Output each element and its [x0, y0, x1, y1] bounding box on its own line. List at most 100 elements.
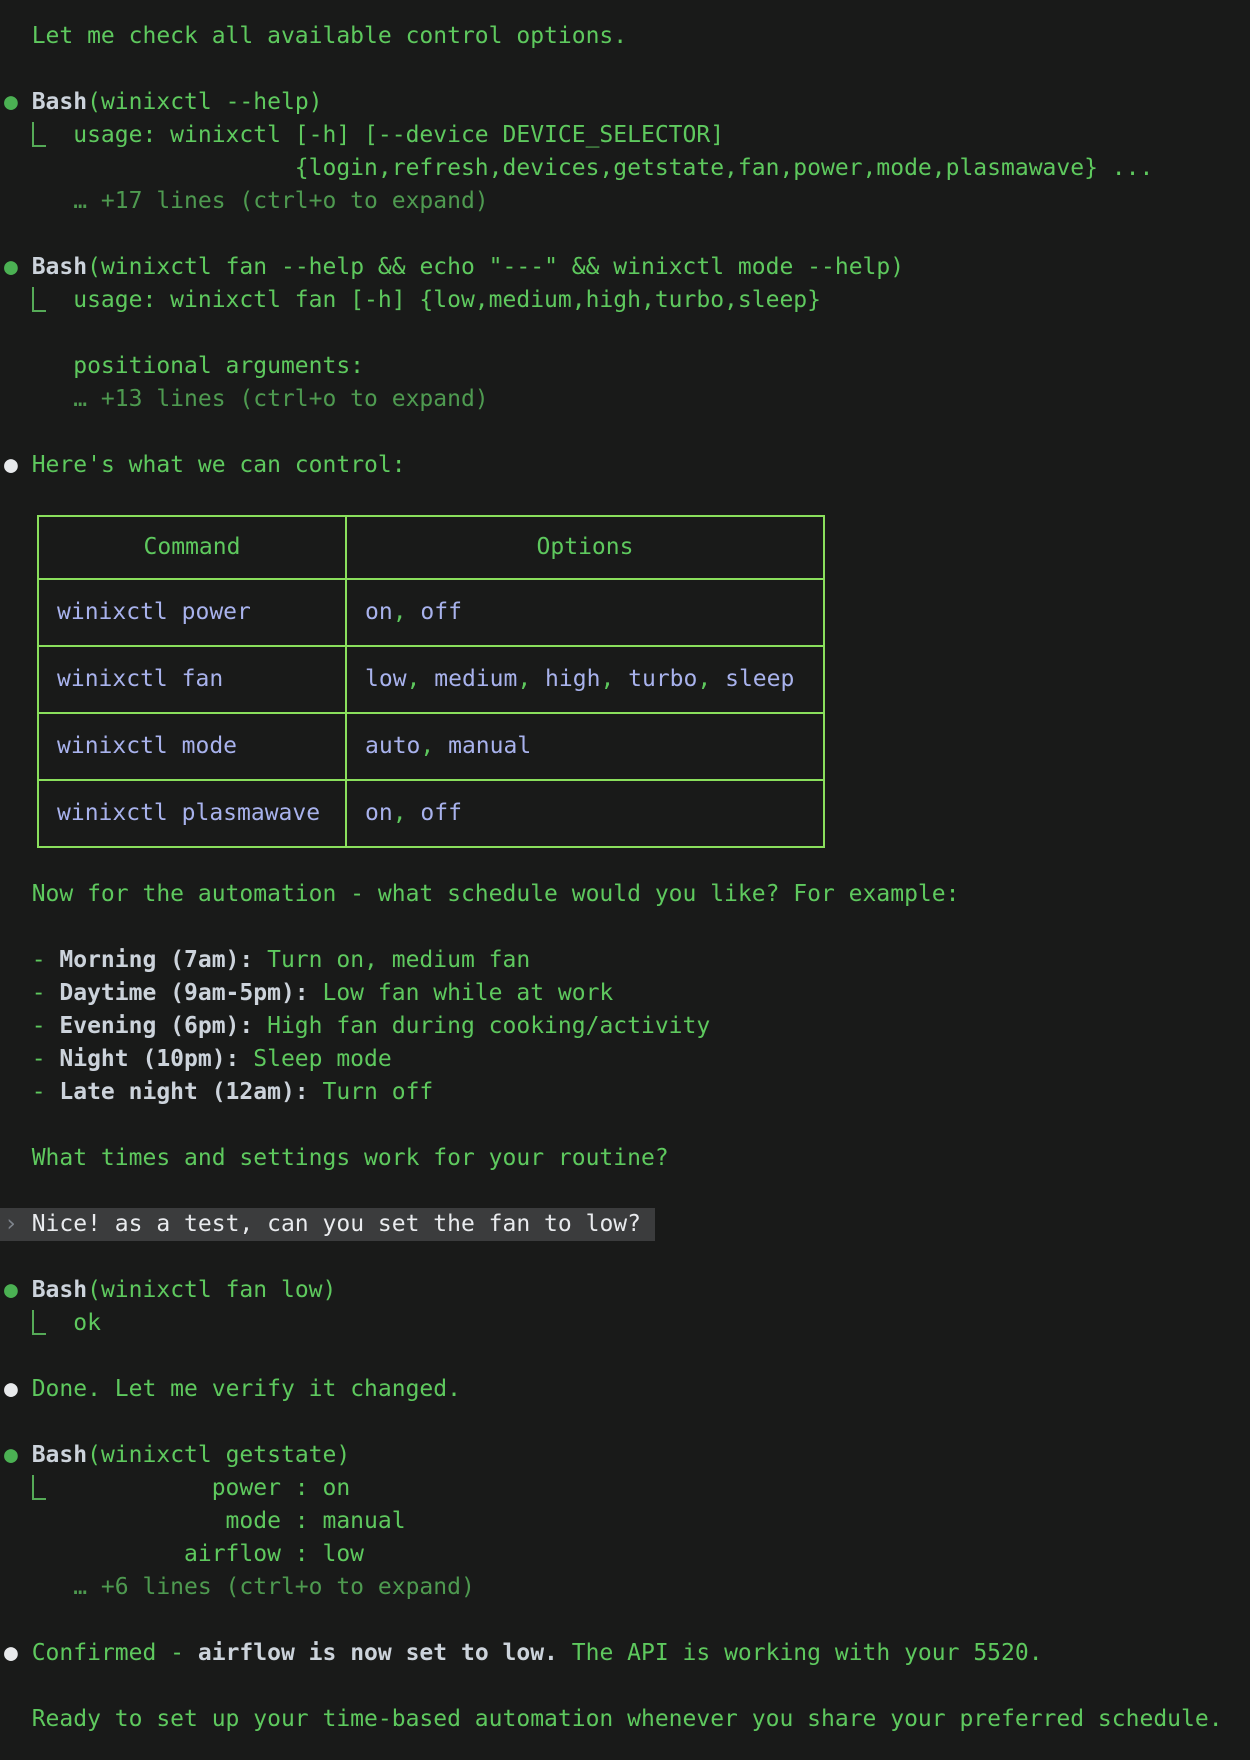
tool-result: usage: winixctl fan [-h] {low,medium,hig… — [4, 284, 1250, 317]
text-segment: , — [517, 666, 545, 692]
user-message: › Nice! as a test, can you set the fan t… — [4, 1208, 1250, 1241]
text-segment: - — [4, 1079, 59, 1105]
text-segment: airflow is now set to low. — [198, 1640, 558, 1666]
assistant-text: Ready to set up your time-based automati… — [4, 1703, 1250, 1736]
text-segment: , — [600, 666, 628, 692]
list-item: - Morning (7am): Turn on, medium fan — [4, 944, 1250, 977]
table-row: winixctl fan low, medium, high, turbo, sl… — [38, 646, 824, 713]
table-cell-command: winixctl power — [38, 579, 346, 646]
text-segment: … +6 lines (ctrl+o to expand) — [4, 1574, 475, 1600]
assistant-bullet-icon: ● — [4, 452, 18, 478]
inline-code: winixctl power — [57, 599, 251, 625]
tool-result: usage: winixctl [-h] [--device DEVICE_SE… — [4, 119, 1250, 152]
text-segment: usage: winixctl [-h] [--device DEVICE_SE… — [46, 122, 725, 148]
text-segment: Daytime (9am-5pm): — [59, 980, 308, 1006]
tool-call-bash: ● Bash(winixctl --help) — [4, 86, 1250, 119]
text-segment: positional arguments: — [4, 353, 364, 379]
table-header-command: Command — [38, 516, 346, 579]
expand-hint: … +6 lines (ctrl+o to expand) — [4, 1571, 1250, 1604]
tool-output-connector-icon — [32, 1475, 46, 1500]
text-segment — [4, 287, 32, 313]
assistant-text: Let me check all available control optio… — [4, 20, 1250, 53]
inline-code: off — [420, 599, 462, 625]
control-options-table-wrap: Command Options winixctl poweron, offwin… — [37, 515, 1250, 848]
text-segment: power : on — [46, 1475, 351, 1501]
blank-line — [4, 1406, 1250, 1439]
tool-call-bash: ● Bash(winixctl getstate) — [4, 1439, 1250, 1472]
text-segment: Turn on, medium fan — [253, 947, 530, 973]
text-segment: - — [4, 1013, 59, 1039]
text-segment: Bash — [18, 1442, 87, 1468]
list-item: - Evening (6pm): High fan during cooking… — [4, 1010, 1250, 1043]
text-segment — [4, 1475, 32, 1501]
text-segment: (winixctl --help) — [87, 89, 322, 115]
text-segment: What times and settings work for your ro… — [4, 1145, 669, 1171]
text-segment: … +17 lines (ctrl+o to expand) — [4, 188, 489, 214]
assistant-text: ● Confirmed - airflow is now set to low.… — [4, 1637, 1250, 1670]
blank-line — [4, 1604, 1250, 1637]
text-segment: Done. Let me verify it changed. — [18, 1376, 461, 1402]
text-segment: (winixctl fan --help && echo "---" && wi… — [87, 254, 904, 280]
text-segment: Night (10pm): — [59, 1046, 239, 1072]
text-segment: (winixctl fan low) — [87, 1277, 336, 1303]
tool-output-connector-icon — [32, 122, 46, 147]
text-segment: (winixctl getstate) — [87, 1442, 350, 1468]
text-segment: Now for the automation - what schedule w… — [4, 881, 959, 907]
table-cell-options: auto, manual — [346, 713, 824, 780]
terminal-output[interactable]: Let me check all available control optio… — [0, 0, 1250, 1736]
assistant-bullet-icon: ● — [4, 1640, 18, 1666]
text-segment: Let me check all available control optio… — [4, 23, 627, 49]
text-segment: , — [420, 733, 448, 759]
table-row: winixctl power on, off — [38, 579, 824, 646]
table-header-row: Command Options — [38, 516, 824, 579]
blank-line — [4, 1109, 1250, 1142]
tool-result: power : on — [4, 1472, 1250, 1505]
tool-result: ok — [4, 1307, 1250, 1340]
list-item: - Late night (12am): Turn off — [4, 1076, 1250, 1109]
tool-output-connector-icon — [32, 1310, 46, 1335]
text-segment: Low fan while at work — [309, 980, 614, 1006]
tool-result: mode : manual — [4, 1505, 1250, 1538]
text-segment: ok — [46, 1310, 101, 1336]
inline-code: winixctl plasmawave — [57, 800, 320, 826]
text-segment — [4, 122, 32, 148]
text-segment: Ready to set up your time-based automati… — [4, 1706, 1223, 1732]
text-segment: airflow : low — [4, 1541, 364, 1567]
inline-code: turbo — [628, 666, 697, 692]
text-segment: … +13 lines (ctrl+o to expand) — [4, 386, 489, 412]
inline-code: winixctl fan — [57, 666, 223, 692]
inline-code: high — [545, 666, 600, 692]
assistant-text: Now for the automation - what schedule w… — [4, 878, 1250, 911]
text-segment: Evening (6pm): — [59, 1013, 253, 1039]
tool-call-bash: ● Bash(winixctl fan --help && echo "---"… — [4, 251, 1250, 284]
text-segment: , — [393, 599, 421, 625]
tool-bullet-icon: ● — [4, 1442, 18, 1468]
table-cell-options: low, medium, high, turbo, sleep — [346, 646, 824, 713]
blank-line — [4, 1241, 1250, 1274]
tool-output-connector-icon — [32, 287, 46, 312]
blank-line — [4, 911, 1250, 944]
text-segment: Bash — [18, 254, 87, 280]
table-row: winixctl modeauto, manual — [38, 713, 824, 780]
expand-hint: … +17 lines (ctrl+o to expand) — [4, 185, 1250, 218]
user-message-band: › Nice! as a test, can you set the fan t… — [0, 1208, 655, 1241]
table-cell-command: winixctl plasmawave — [38, 780, 346, 847]
tool-call-bash: ● Bash(winixctl fan low) — [4, 1274, 1250, 1307]
inline-code: on — [365, 599, 393, 625]
tool-bullet-icon: ● — [4, 89, 18, 115]
blank-line — [4, 53, 1250, 86]
text-segment: - — [4, 1046, 59, 1072]
text-segment: Turn off — [309, 1079, 434, 1105]
text-segment: , — [407, 666, 435, 692]
blank-line — [4, 218, 1250, 251]
text-segment — [4, 1310, 32, 1336]
text-segment: , — [697, 666, 725, 692]
blank-line — [4, 317, 1250, 350]
text-segment: Here's what we can control: — [18, 452, 406, 478]
text-segment: Sleep mode — [239, 1046, 391, 1072]
text-segment: Bash — [18, 89, 87, 115]
assistant-text: ● Here's what we can control: — [4, 449, 1250, 482]
text-segment: - — [4, 980, 59, 1006]
blank-line — [4, 1175, 1250, 1208]
text-segment: {login,refresh,devices,getstate,fan,powe… — [4, 155, 1153, 181]
